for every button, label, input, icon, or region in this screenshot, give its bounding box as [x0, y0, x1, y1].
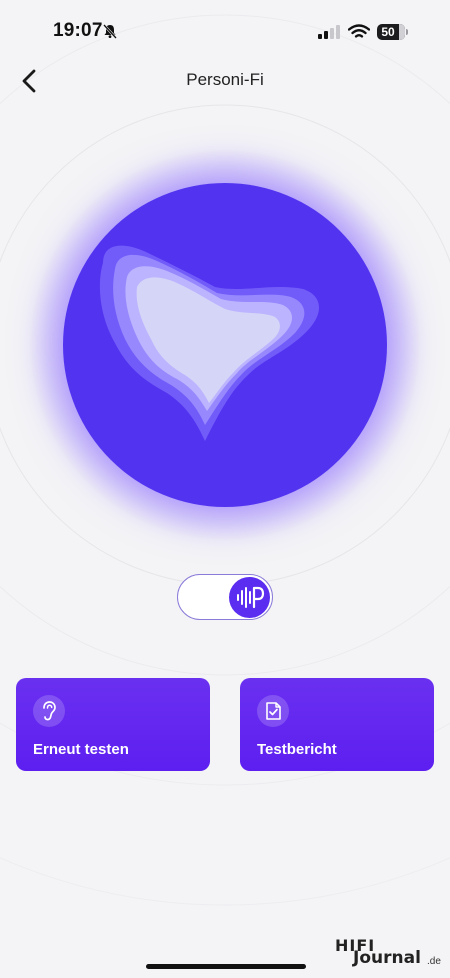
retest-button[interactable]: Erneut testen: [16, 678, 210, 771]
home-indicator[interactable]: [146, 964, 306, 969]
ear-icon: [33, 695, 65, 727]
sound-profile-orb: [63, 183, 387, 507]
battery-icon: 50: [377, 24, 405, 40]
cellular-signal-icon: [318, 25, 342, 44]
wifi-icon: [347, 24, 371, 45]
test-report-button[interactable]: Testbericht: [240, 678, 434, 771]
watermark-logo: HIFI Journal .de: [335, 936, 445, 968]
battery-cap: [406, 29, 408, 35]
status-time: 19:07: [53, 20, 103, 41]
watermark-suffix: .de: [427, 956, 441, 967]
bell-muted-icon: [102, 23, 118, 44]
watermark-journal: Journal: [353, 948, 421, 968]
page-title: Personi-Fi: [186, 70, 264, 89]
status-bar: 19:07 50: [0, 0, 450, 66]
test-report-label: Testbericht: [257, 741, 337, 758]
sound-profile-shape-icon: [99, 245, 320, 441]
retest-label: Erneut testen: [33, 741, 129, 758]
personi-fi-wave-icon: [237, 586, 265, 609]
toggle-knob[interactable]: [229, 577, 270, 618]
battery-level: 50: [381, 25, 395, 39]
document-check-icon: [257, 695, 289, 727]
